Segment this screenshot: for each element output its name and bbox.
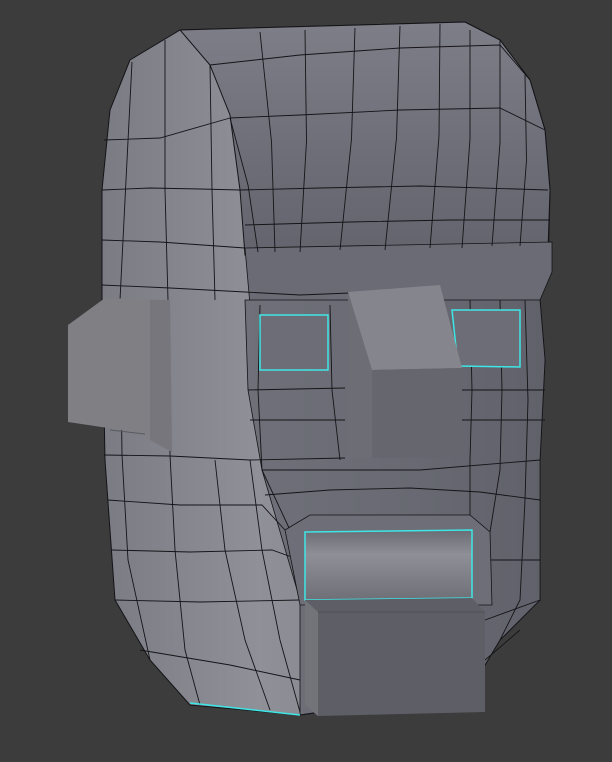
nose-block[interactable] <box>346 285 462 458</box>
left-eye-socket[interactable] <box>259 314 329 371</box>
lower-lip-block <box>305 598 485 716</box>
head-mesh-render[interactable] <box>0 0 612 762</box>
3d-viewport[interactable] <box>0 0 612 762</box>
upper-lip <box>304 529 473 601</box>
right-eye-socket[interactable] <box>451 309 521 368</box>
ear[interactable] <box>68 298 172 452</box>
mouth[interactable] <box>284 514 493 716</box>
